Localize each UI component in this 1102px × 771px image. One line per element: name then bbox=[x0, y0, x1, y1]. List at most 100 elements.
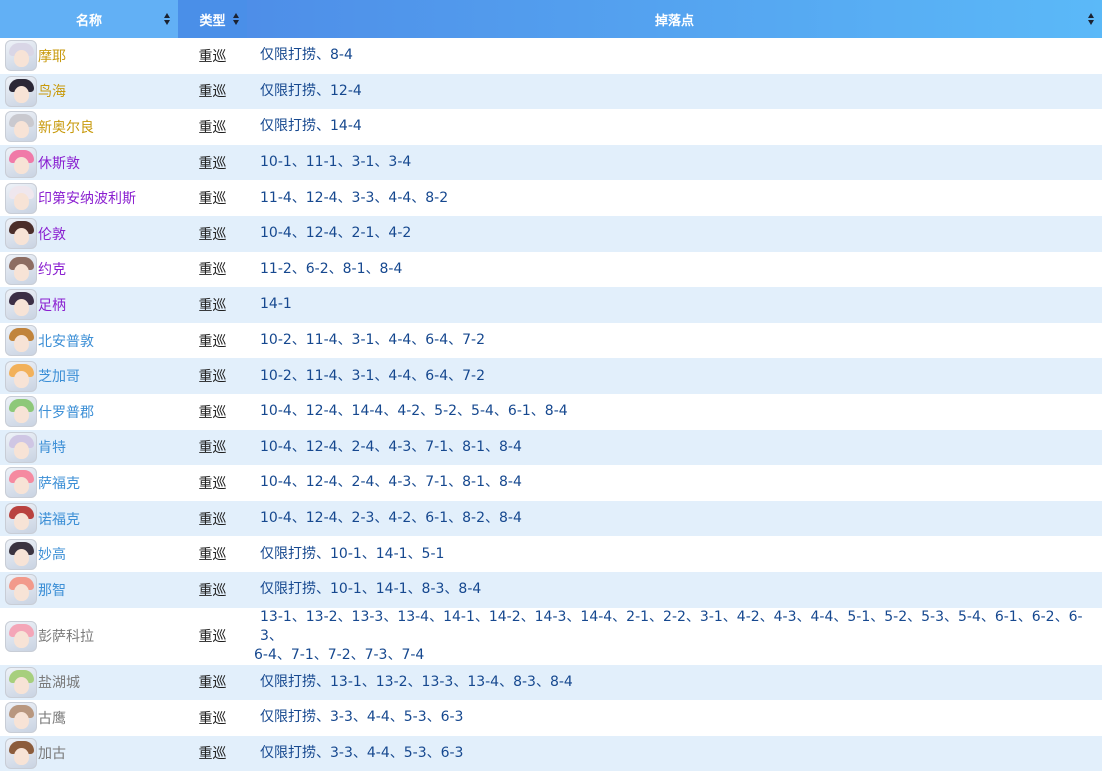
ship-name-link[interactable]: 鸟海 bbox=[38, 81, 66, 101]
drop-locations-cell: 10-4、12-4、2-1、4-2 bbox=[260, 225, 412, 242]
table-row: 诺福克 重巡 10-4、12-4、2-3、4-2、6-1、8-2、8-4 bbox=[0, 500, 1102, 537]
ship-name-wrap: 北安普敦 bbox=[0, 325, 178, 357]
ship-name-cell: 肯特 bbox=[0, 430, 178, 466]
ship-name-wrap: 妙高 bbox=[0, 538, 178, 570]
ship-name-link[interactable]: 诺福克 bbox=[38, 509, 80, 529]
table-row: 印第安纳波利斯 重巡 11-4、12-4、3-3、4-4、8-2 bbox=[0, 180, 1102, 216]
table-row: 摩耶 重巡 仅限打捞、8-4 bbox=[0, 38, 1102, 74]
ship-avatar-icon[interactable] bbox=[5, 666, 37, 698]
ship-name-link[interactable]: 妙高 bbox=[38, 544, 66, 564]
drop-locations-cell: 仅限打捞、14-4 bbox=[260, 118, 362, 135]
table-row: 古鹰 重巡 仅限打捞、3-3、4-4、5-3、6-3 bbox=[0, 700, 1102, 736]
table-row: 北安普敦 重巡 10-2、11-4、3-1、4-4、6-4、7-2 bbox=[0, 322, 1102, 359]
drop-locations-cell: 仅限打捞、10-1、14-1、5-1 bbox=[260, 545, 445, 562]
ship-type-cell: 重巡 bbox=[198, 440, 227, 457]
ship-name-cell: 加古 bbox=[0, 736, 178, 771]
ship-avatar-icon[interactable] bbox=[5, 40, 37, 72]
ship-name-link[interactable]: 什罗普郡 bbox=[38, 402, 94, 422]
ship-name-link[interactable]: 伦敦 bbox=[38, 224, 66, 244]
ship-type-cell: 重巡 bbox=[198, 297, 227, 314]
table-row: 什罗普郡 重巡 10-4、12-4、14-4、4-2、5-2、5-4、6-1、8-4 bbox=[0, 393, 1102, 430]
ship-avatar-icon[interactable] bbox=[5, 111, 37, 143]
sort-icon[interactable] bbox=[164, 13, 171, 25]
ship-avatar-icon[interactable] bbox=[5, 737, 37, 769]
ship-name-link[interactable]: 彭萨科拉 bbox=[38, 626, 94, 646]
ship-avatar-icon[interactable] bbox=[5, 538, 37, 570]
ship-name-link[interactable]: 足柄 bbox=[38, 295, 66, 315]
ship-name-cell: 盐湖城 bbox=[0, 665, 178, 701]
ship-name-link[interactable]: 那智 bbox=[38, 580, 66, 600]
ship-avatar-icon[interactable] bbox=[5, 289, 37, 321]
ship-name-cell: 休斯敦 bbox=[0, 145, 178, 181]
ship-avatar-icon[interactable] bbox=[5, 702, 37, 734]
ship-avatar-icon[interactable] bbox=[5, 253, 37, 285]
ship-name-link[interactable]: 芝加哥 bbox=[38, 366, 80, 386]
table-row: 休斯敦 重巡 10-1、11-1、3-1、3-4 bbox=[0, 144, 1102, 181]
ship-name-wrap: 摩耶 bbox=[0, 40, 178, 72]
drop-locations-cell: 仅限打捞、8-4 bbox=[260, 47, 353, 64]
ship-name-wrap: 盐湖城 bbox=[0, 666, 178, 698]
ship-type-cell: 重巡 bbox=[198, 675, 227, 692]
ship-avatar-icon[interactable] bbox=[5, 218, 37, 250]
ship-type-cell: 重巡 bbox=[198, 582, 227, 599]
ship-name-link[interactable]: 萨福克 bbox=[38, 473, 80, 493]
ship-name-cell: 什罗普郡 bbox=[0, 394, 178, 430]
ship-name-cell: 芝加哥 bbox=[0, 358, 178, 394]
drop-locations-cell: 10-2、11-4、3-1、4-4、6-4、7-2 bbox=[260, 367, 486, 384]
ship-name-wrap: 伦敦 bbox=[0, 218, 178, 250]
ship-name-link[interactable]: 加古 bbox=[38, 743, 66, 763]
sort-icon[interactable] bbox=[233, 13, 240, 25]
ship-name-wrap: 约克 bbox=[0, 253, 178, 285]
drop-locations-cell: 11-4、12-4、3-3、4-4、8-2 bbox=[260, 189, 449, 206]
ship-name-cell: 北安普敦 bbox=[0, 323, 178, 359]
drop-locations-cell: 仅限打捞、12-4 bbox=[260, 82, 362, 99]
ship-name-cell: 约克 bbox=[0, 252, 178, 288]
ship-avatar-icon[interactable] bbox=[5, 360, 37, 392]
column-header-type[interactable]: 类型 bbox=[178, 0, 247, 38]
ship-name-link[interactable]: 北安普敦 bbox=[38, 331, 94, 351]
ship-name-wrap: 古鹰 bbox=[0, 702, 178, 734]
ship-type-cell: 重巡 bbox=[198, 48, 227, 65]
ship-type-cell: 重巡 bbox=[198, 119, 227, 136]
ship-name-cell: 伦敦 bbox=[0, 216, 178, 252]
ship-name-link[interactable]: 肯特 bbox=[38, 437, 66, 457]
ship-avatar-icon[interactable] bbox=[5, 574, 37, 606]
ship-type-cell: 重巡 bbox=[198, 710, 227, 727]
ship-type-cell: 重巡 bbox=[198, 84, 227, 101]
ship-type-cell: 重巡 bbox=[198, 191, 227, 208]
ship-avatar-icon[interactable] bbox=[5, 431, 37, 463]
ship-avatar-icon[interactable] bbox=[5, 503, 37, 535]
drop-locations-cell: 仅限打捞、3-3、4-4、5-3、6-3 bbox=[260, 744, 464, 761]
ship-name-link[interactable]: 休斯敦 bbox=[38, 153, 80, 173]
ship-avatar-icon[interactable] bbox=[5, 396, 37, 428]
ship-avatar-icon[interactable] bbox=[5, 75, 37, 107]
column-header-drops[interactable]: 掉落点 bbox=[247, 0, 1102, 38]
ship-name-wrap: 芝加哥 bbox=[0, 360, 178, 392]
ship-name-wrap: 什罗普郡 bbox=[0, 396, 178, 428]
ship-drop-table: 名称 类型 掉落点 摩耶 重巡 仅限打捞、8-4 鸟海 重巡 仅限打捞、12-4 新奥尔良重… bbox=[0, 0, 1102, 771]
ship-name-link[interactable]: 盐湖城 bbox=[38, 672, 80, 692]
ship-name-link[interactable]: 新奥尔良 bbox=[38, 117, 94, 137]
ship-name-wrap: 肯特 bbox=[0, 431, 178, 463]
drop-locations-cell: 10-4、12-4、2-3、4-2、6-1、8-2、8-4 bbox=[260, 510, 522, 527]
table-row: 加古 重巡 仅限打捞、3-3、4-4、5-3、6-3 bbox=[0, 735, 1102, 771]
ship-name-link[interactable]: 印第安纳波利斯 bbox=[38, 188, 136, 208]
ship-type-cell: 重巡 bbox=[198, 746, 227, 763]
ship-name-link[interactable]: 古鹰 bbox=[38, 708, 66, 728]
ship-type-cell: 重巡 bbox=[198, 404, 227, 421]
ship-avatar-icon[interactable] bbox=[5, 325, 37, 357]
ship-avatar-icon[interactable] bbox=[5, 147, 37, 179]
sort-icon[interactable] bbox=[1088, 13, 1095, 25]
ship-name-wrap: 诺福克 bbox=[0, 503, 178, 535]
drop-locations-line: 6-4、7-1、7-2、7-3、7-4 bbox=[254, 646, 425, 663]
ship-name-link[interactable]: 摩耶 bbox=[38, 46, 66, 66]
table-header-row: 名称 类型 掉落点 bbox=[0, 0, 1102, 38]
ship-avatar-icon[interactable] bbox=[5, 467, 37, 499]
drop-locations-line: 13-1、13-2、13-3、13-4、14-1、14-2、14-3、14-4、… bbox=[260, 608, 1083, 644]
ship-avatar-icon[interactable] bbox=[5, 182, 37, 214]
ship-name-wrap: 萨福克 bbox=[0, 467, 178, 499]
ship-avatar-icon[interactable] bbox=[5, 620, 37, 652]
ship-name-link[interactable]: 约克 bbox=[38, 259, 66, 279]
column-header-name[interactable]: 名称 bbox=[0, 0, 178, 38]
ship-type-cell: 重巡 bbox=[198, 629, 227, 645]
